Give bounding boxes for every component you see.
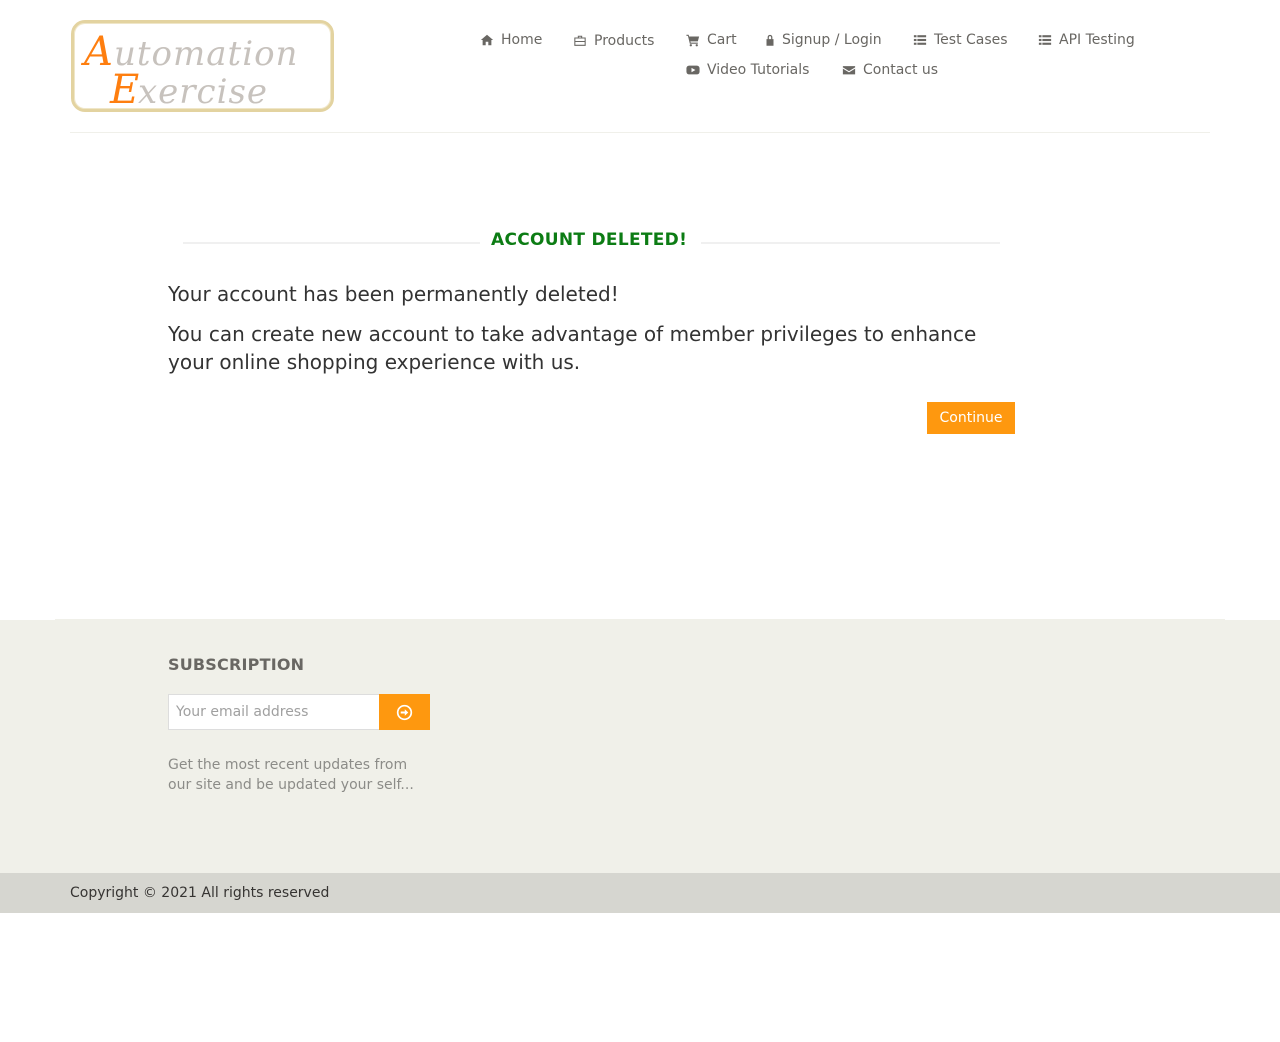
subscribe-button[interactable] <box>379 694 430 730</box>
subscription-description: Get the most recent updates from our sit… <box>168 757 414 793</box>
subscribe-email-input[interactable] <box>168 694 380 730</box>
privileges-message: You can create new account to take advan… <box>168 322 977 374</box>
nav-item-video-tutorials[interactable]: Video Tutorials <box>686 58 809 82</box>
site-header: A utomation E xercise Home Products Cart <box>0 0 1280 133</box>
lock-icon <box>765 33 775 47</box>
home-icon <box>480 33 494 47</box>
copyright-text: Copyright © 2021 All rights reserved <box>70 885 330 901</box>
list-icon <box>1038 33 1052 47</box>
shopping-cart-icon <box>686 33 700 47</box>
nav-item-cart[interactable]: Cart <box>686 28 737 52</box>
logo-line2-rest: xercise <box>138 72 268 109</box>
briefcase-icon <box>573 34 587 48</box>
continue-button[interactable]: Continue <box>927 402 1015 434</box>
nav-label: API Testing <box>1059 32 1135 48</box>
youtube-play-icon <box>686 63 700 77</box>
nav-item-test-cases[interactable]: Test Cases <box>913 28 1008 52</box>
nav-item-home[interactable]: Home <box>480 28 542 52</box>
arrow-circle-right-icon <box>396 704 413 721</box>
heading-line-left <box>183 242 480 244</box>
site-logo[interactable]: A utomation E xercise <box>71 20 334 112</box>
nav-label: Cart <box>707 32 737 48</box>
subscription-title: SUBSCRIPTION <box>168 655 305 674</box>
footer-edge-left <box>0 619 55 620</box>
logo-graphic: A utomation E xercise <box>80 29 298 109</box>
header-divider <box>70 132 1210 133</box>
list-icon <box>913 33 927 47</box>
nav-item-products[interactable]: Products <box>573 29 654 53</box>
nav-label: Products <box>594 33 655 49</box>
nav-label: Signup / Login <box>782 32 882 48</box>
deleted-message: Your account has been permanently delete… <box>168 282 619 306</box>
logo-initial-a: A <box>80 29 113 75</box>
envelope-icon <box>842 63 856 77</box>
logo-line1-rest: utomation <box>114 34 298 74</box>
footer-edge-right <box>1225 619 1280 620</box>
nav-label: Video Tutorials <box>707 62 810 78</box>
nav-label: Home <box>501 32 543 48</box>
page-title: ACCOUNT DELETED! <box>491 230 688 250</box>
heading-line-right <box>701 242 1000 244</box>
logo-initial-e: E <box>109 67 139 109</box>
nav-label: Contact us <box>863 62 939 78</box>
nav-item-contact-us[interactable]: Contact us <box>842 58 938 82</box>
account-deleted-heading: ACCOUNT DELETED! <box>183 228 1000 258</box>
nav-label: Test Cases <box>934 32 1008 48</box>
nav-item-signup-login[interactable]: Signup / Login <box>765 28 882 52</box>
nav-item-api-testing[interactable]: API Testing <box>1038 28 1135 52</box>
